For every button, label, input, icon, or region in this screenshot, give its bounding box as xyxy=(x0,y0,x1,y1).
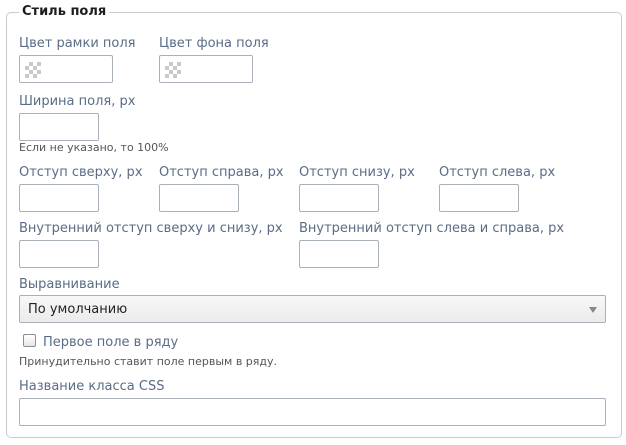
first-in-row-hint: Принудительно ставит поле первым в ряду. xyxy=(19,355,278,368)
background-color-label: Цвет фона поля xyxy=(159,36,269,51)
width-input[interactable] xyxy=(19,113,99,141)
padding-vertical-label: Внутренний отступ сверху и снизу, px xyxy=(19,221,283,236)
width-hint: Если не указано, то 100% xyxy=(19,141,169,154)
margin-right-input[interactable] xyxy=(159,184,239,212)
margin-top-label: Отступ сверху, px xyxy=(19,165,143,180)
transparent-checker-icon[interactable] xyxy=(165,62,181,78)
padding-vertical-input[interactable] xyxy=(19,240,99,268)
padding-horizontal-input[interactable] xyxy=(299,240,379,268)
width-label: Ширина поля, px xyxy=(19,94,136,109)
first-in-row-checkbox[interactable] xyxy=(23,334,36,347)
margin-right-label: Отступ справа, px xyxy=(159,165,284,180)
margin-left-input[interactable] xyxy=(439,184,519,212)
border-color-label: Цвет рамки поля xyxy=(19,36,136,51)
transparent-checker-icon[interactable] xyxy=(25,62,41,78)
margin-bottom-label: Отступ снизу, px xyxy=(299,165,415,180)
chevron-down-icon[interactable] xyxy=(589,307,597,313)
margin-top-input[interactable] xyxy=(19,184,99,212)
alignment-selected-value: По умолчанию xyxy=(28,302,128,317)
first-in-row-label[interactable]: Первое поле в ряду xyxy=(43,335,178,351)
margin-left-label: Отступ слева, px xyxy=(439,165,556,180)
css-class-label: Название класса CSS xyxy=(19,379,165,394)
border-color-input[interactable] xyxy=(19,55,113,83)
alignment-select[interactable]: По умолчанию xyxy=(19,295,606,323)
css-class-input[interactable] xyxy=(19,398,606,426)
margin-bottom-input[interactable] xyxy=(299,184,379,212)
background-color-input[interactable] xyxy=(159,55,253,83)
alignment-label: Выравнивание xyxy=(19,277,120,292)
padding-horizontal-label: Внутренний отступ слева и справа, px xyxy=(299,221,565,236)
section-title: Стиль поля xyxy=(19,3,110,21)
